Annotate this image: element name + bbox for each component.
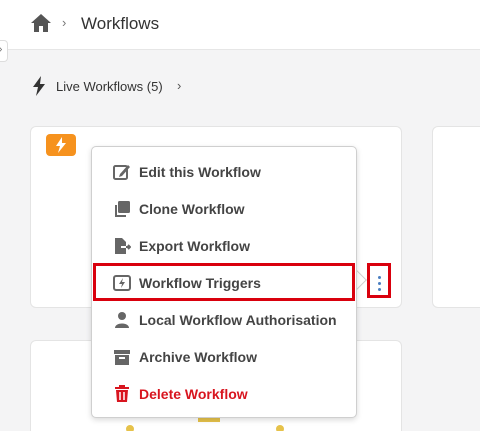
- clone-icon: [115, 201, 130, 217]
- status-dot-icon: [126, 425, 134, 431]
- menu-item-label: Edit this Workflow: [139, 164, 261, 180]
- menu-item-archive[interactable]: Archive Workflow: [92, 339, 358, 376]
- archive-icon: [114, 350, 130, 365]
- export-icon: [115, 238, 131, 254]
- menu-item-clone[interactable]: Clone Workflow: [92, 191, 358, 228]
- dot-icon: [377, 287, 381, 291]
- menu-item-label: Local Workflow Authorisation: [139, 312, 337, 328]
- status-dot-icon: [276, 425, 284, 431]
- menu-item-label: Clone Workflow: [139, 201, 245, 217]
- chevron-right-icon[interactable]: ›: [177, 78, 181, 93]
- user-icon: [115, 312, 129, 328]
- edit-icon: [113, 165, 130, 180]
- chevron-right-icon: ›: [62, 15, 67, 30]
- chevron-right-icon: ›: [0, 44, 2, 55]
- sidebar-toggle-button[interactable]: ›: [0, 40, 8, 62]
- card-decoration: [198, 418, 220, 422]
- menu-item-triggers[interactable]: Workflow Triggers: [92, 265, 358, 302]
- menu-item-label: Workflow Triggers: [139, 275, 261, 291]
- more-options-button[interactable]: [371, 268, 387, 298]
- lightning-icon: [56, 137, 66, 153]
- workflow-card[interactable]: [432, 126, 480, 308]
- menu-item-label: Export Workflow: [139, 238, 250, 254]
- top-header: › Workflows: [0, 0, 480, 50]
- trash-icon: [115, 385, 129, 402]
- lightning-icon: [113, 275, 131, 291]
- lightning-icon: [33, 76, 45, 96]
- live-workflows-label[interactable]: Live Workflows (5): [56, 79, 163, 94]
- menu-item-edit[interactable]: Edit this Workflow: [92, 154, 358, 191]
- menu-item-label: Delete Workflow: [139, 386, 248, 402]
- menu-item-delete[interactable]: Delete Workflow: [92, 376, 358, 413]
- page-title: Workflows: [81, 14, 160, 33]
- dot-icon: [377, 281, 381, 285]
- live-badge: [46, 134, 76, 156]
- menu-item-label: Archive Workflow: [139, 349, 257, 365]
- menu-item-local-authorisation[interactable]: Local Workflow Authorisation: [92, 302, 358, 339]
- workflow-context-menu: Edit this Workflow Clone Workflow Export…: [91, 146, 357, 418]
- menu-item-export[interactable]: Export Workflow: [92, 228, 358, 265]
- dot-icon: [377, 275, 381, 279]
- home-icon[interactable]: [30, 13, 52, 33]
